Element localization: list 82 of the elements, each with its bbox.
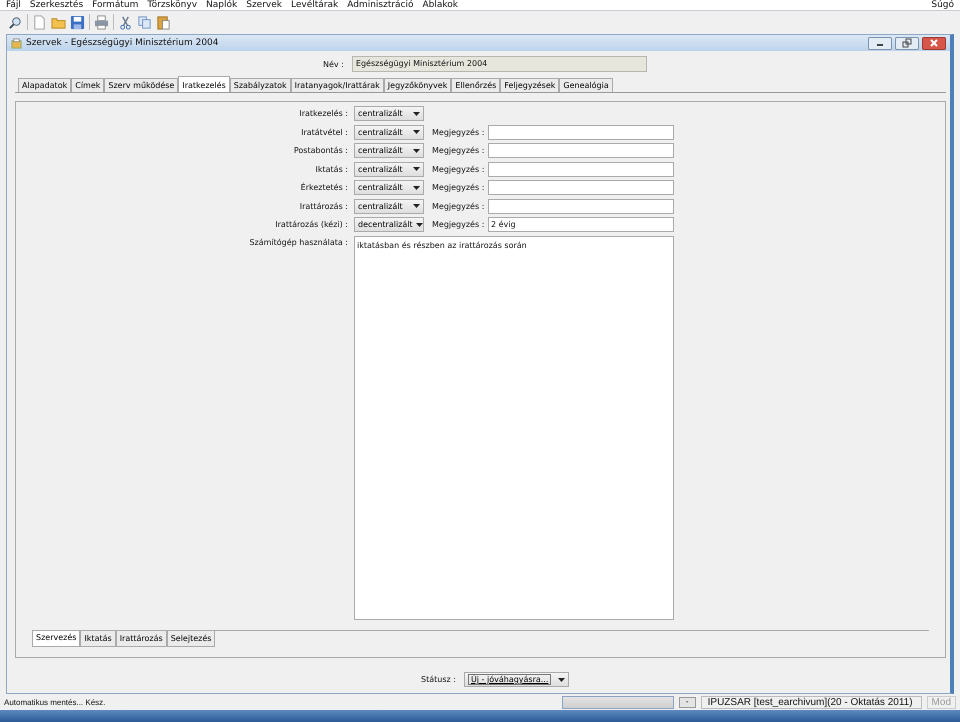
save-icon[interactable] — [70, 14, 85, 30]
search-icon[interactable] — [8, 14, 23, 30]
menu-item[interactable]: Ablakok — [422, 0, 458, 10]
note-label: Megjegyzés : — [431, 202, 484, 210]
caret-icon — [413, 130, 420, 134]
caret-icon — [558, 678, 566, 682]
note-label: Megjegyzés : — [431, 183, 484, 192]
field-label: Iratkezelés : — [298, 109, 349, 118]
field-label: Érkeztetés : — [300, 183, 349, 192]
dropdown[interactable]: decentralizált — [354, 217, 424, 232]
tab[interactable]: Alapadatok — [18, 78, 72, 92]
status-message: Automatikus mentés... Kész. — [4, 698, 106, 706]
menu-item[interactable]: Adminisztráció — [347, 0, 414, 10]
menu-item[interactable]: Fájl — [6, 0, 21, 10]
field-label: Irattározás (kézi) : — [274, 220, 349, 229]
dropdown[interactable]: centralizált — [354, 162, 424, 176]
caret-icon — [413, 148, 420, 152]
tab[interactable]: Selejtezés — [166, 631, 216, 647]
field-label: Iratátvétel : — [300, 128, 349, 136]
tab[interactable]: Genealógia — [559, 78, 613, 92]
dropdown[interactable]: centralizált — [354, 143, 424, 158]
name-field[interactable]: Egészségügyi Minisztérium 2004 — [352, 56, 647, 72]
note-label: Megjegyzés : — [431, 146, 484, 155]
help-menu-item[interactable]: Súgó — [931, 0, 954, 10]
tab[interactable]: Feljegyzések — [500, 78, 560, 92]
note-label: Megjegyzés : — [431, 220, 484, 229]
tab[interactable]: Címek — [71, 78, 104, 92]
window-title: Szervek - Egészségügyi Minisztérium 2004 — [26, 38, 218, 48]
field-label: Számítógép használata : — [248, 236, 349, 246]
cut-icon[interactable] — [118, 14, 133, 30]
tab[interactable]: Szabályzatok — [230, 78, 291, 92]
text-area[interactable]: iktatásban és részben az irattározás során — [354, 236, 674, 620]
close-button[interactable] — [922, 36, 946, 50]
tab[interactable]: Ellenőrzés — [451, 78, 500, 92]
caret-icon — [413, 186, 420, 190]
tab[interactable]: Szerv működése — [104, 78, 178, 92]
field-label: Irattározás : — [298, 202, 349, 210]
name-label: Név : — [323, 60, 344, 68]
menu-item[interactable]: Törzskönyv — [147, 0, 198, 10]
note-field[interactable] — [488, 198, 674, 214]
restore-icon — [902, 38, 912, 48]
close-icon — [929, 38, 939, 48]
caret-icon — [413, 167, 420, 171]
note-label: Megjegyzés : — [431, 128, 484, 136]
field-label: Iktatás : — [314, 164, 349, 174]
new-document-icon[interactable] — [32, 14, 47, 30]
window-icon — [11, 38, 22, 48]
status-label: Státusz : — [421, 675, 456, 684]
caret-icon — [413, 204, 420, 208]
tab[interactable]: Iktatás — [80, 631, 116, 647]
field-label: Postabontás : — [292, 146, 349, 155]
tab[interactable]: Irattározás — [116, 631, 167, 647]
note-field[interactable] — [488, 162, 674, 176]
menu-item[interactable]: Naplók — [206, 0, 238, 10]
mode-indicator: Mod — [926, 696, 956, 708]
caret-icon — [416, 222, 423, 226]
restore-button[interactable] — [895, 36, 919, 50]
menu-item[interactable]: Levéltárak — [290, 0, 338, 10]
caret-icon — [413, 112, 420, 116]
dropdown[interactable]: centralizált — [354, 106, 424, 121]
tab[interactable]: Iratanyagok/Irattárak — [290, 78, 384, 92]
print-icon[interactable] — [94, 14, 109, 30]
minimize-button[interactable] — [868, 36, 892, 50]
dropdown[interactable]: centralizált — [354, 198, 424, 214]
note-field[interactable]: 2 évig — [488, 217, 674, 232]
menu-item[interactable]: Szerkesztés — [30, 0, 84, 10]
note-label: Megjegyzés : — [431, 164, 484, 174]
note-field[interactable] — [488, 180, 674, 195]
tab[interactable]: Jegyzőkönyvek — [384, 78, 452, 92]
tab[interactable]: Szervezés — [32, 631, 80, 647]
session-info: IPUZSAR [test_earchivum](20 - Oktatás 2011) — [700, 696, 922, 708]
dropdown[interactable]: centralizált — [354, 180, 424, 195]
copy-icon[interactable] — [137, 14, 152, 30]
tab[interactable]: Iratkezelés — [178, 76, 230, 92]
note-field[interactable] — [488, 124, 674, 140]
menu-item[interactable]: Formátum — [92, 0, 138, 10]
note-field[interactable] — [488, 143, 674, 158]
status-dropdown[interactable]: Új - jóváhagyásra... — [464, 672, 570, 687]
paste-icon[interactable] — [156, 14, 171, 30]
dropdown[interactable]: centralizált — [354, 124, 424, 140]
collapse-button[interactable]: - — [678, 696, 696, 708]
menu-item[interactable]: Szervek — [246, 0, 282, 10]
